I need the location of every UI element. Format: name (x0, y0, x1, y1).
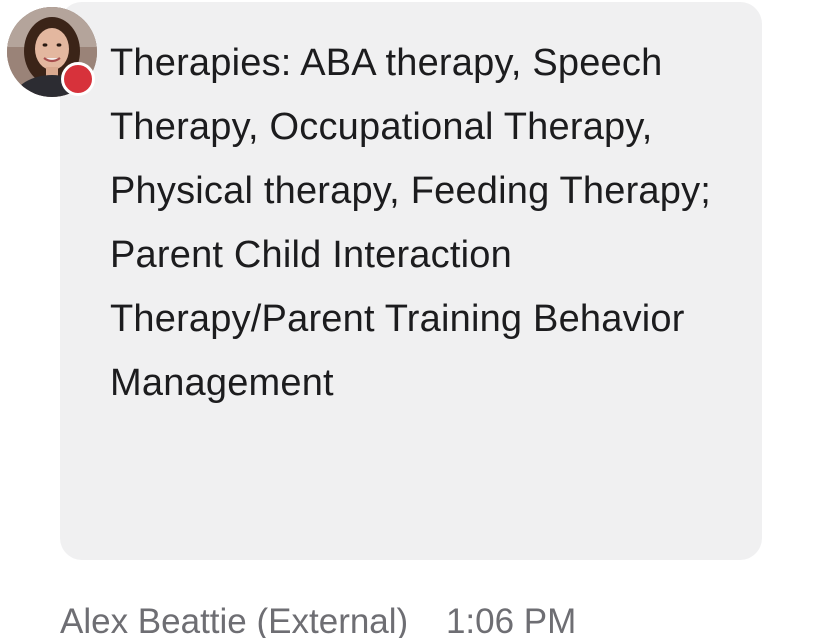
sender-name[interactable]: Alex Beattie (External) (60, 602, 408, 638)
message-timestamp: 1:06 PM (445, 602, 577, 638)
chat-message-view: Therapies: ABA therapy, Speech Therapy, … (0, 0, 840, 638)
message-text: Therapies: ABA therapy, Speech Therapy, … (110, 42, 712, 404)
message-meta: Alex Beattie (External) 1:06 PM (60, 600, 576, 638)
message-bubble[interactable]: Therapies: ABA therapy, Speech Therapy, … (60, 2, 762, 560)
presence-status-icon (61, 62, 95, 96)
